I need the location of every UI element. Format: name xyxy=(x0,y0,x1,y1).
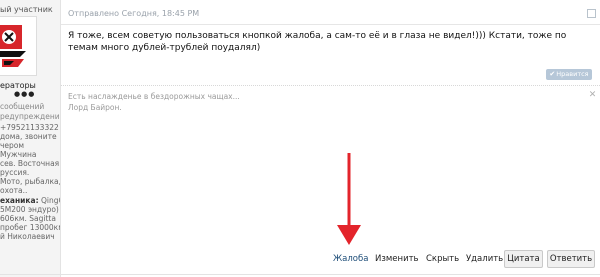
tech-line: 5М200 эндуро) - xyxy=(0,205,61,214)
forum-post-frame: ый участник ераторы ●●● сообщений редупр… xyxy=(0,0,600,277)
info-line: Мото, рыбалка, xyxy=(0,177,61,186)
reply-button[interactable]: Ответить xyxy=(547,250,595,268)
post-date: Отправлено Сегодня, 18:45 PM xyxy=(68,9,200,18)
post-body: Я тоже, всем советую пользоваться кнопко… xyxy=(68,31,567,53)
user-info: +79521133322 дома, звоните чером Мужчина… xyxy=(0,123,61,195)
signature-line: Лорд Байрон. xyxy=(68,103,122,112)
info-line: чером xyxy=(0,141,25,150)
tech-line: 606км. Sagitta xyxy=(0,214,56,223)
edit-link[interactable]: Изменить xyxy=(375,254,419,264)
signature-line: Есть наслажденье в бездорожных чащах... xyxy=(68,92,240,101)
post-controls: Жалоба Изменить Скрыть Удалить Цитата От… xyxy=(61,248,600,270)
tech-label: еханика: xyxy=(0,196,39,205)
user-group: ераторы xyxy=(0,81,36,90)
like-button[interactable]: ✔Нравится xyxy=(546,69,592,80)
hide-link[interactable]: Скрыть xyxy=(426,254,459,264)
info-line: дома, звоните xyxy=(0,132,57,141)
report-link[interactable]: Жалоба xyxy=(333,254,368,264)
tech-line: пробег 13000км xyxy=(0,223,61,232)
signature-divider xyxy=(61,85,600,86)
info-line: охота.. xyxy=(0,186,28,195)
signature: Есть наслажденье в бездорожных чащах... … xyxy=(68,91,240,113)
info-line: руссия. xyxy=(0,168,30,177)
tech-line: й Николаевич xyxy=(0,232,55,241)
messages-count: сообщений xyxy=(0,102,45,111)
check-icon: ✔ xyxy=(549,70,556,78)
delete-link[interactable]: Удалить xyxy=(466,254,503,264)
info-line: +79521133322 xyxy=(0,123,59,132)
like-label: Нравится xyxy=(556,70,589,78)
post-header: Отправлено Сегодня, 18:45 PM xyxy=(61,6,600,25)
tech-value: QingQi xyxy=(40,196,60,205)
info-line: сев. Восточная xyxy=(0,159,60,168)
select-checkbox[interactable] xyxy=(587,9,596,18)
bottom-divider xyxy=(0,274,600,275)
quote-button[interactable]: Цитата xyxy=(504,250,543,268)
rank-pips: ●●● xyxy=(14,90,36,98)
info-line: Мужчина xyxy=(0,150,37,159)
warnings-count: редупреждения xyxy=(0,112,61,121)
tech-line: еханика: QingQi xyxy=(0,196,60,205)
avatar[interactable] xyxy=(0,16,37,76)
avatar-image xyxy=(0,17,36,75)
close-icon[interactable]: ✕ xyxy=(588,91,597,100)
red-arrow-annotation xyxy=(337,153,361,245)
user-role: ый участник xyxy=(0,5,53,14)
post: Отправлено Сегодня, 18:45 PM Я тоже, все… xyxy=(61,0,600,277)
user-panel: ый участник ераторы ●●● сообщений редупр… xyxy=(0,0,61,277)
user-tech: еханика: QingQi 5М200 эндуро) - 606км. S… xyxy=(0,196,61,241)
